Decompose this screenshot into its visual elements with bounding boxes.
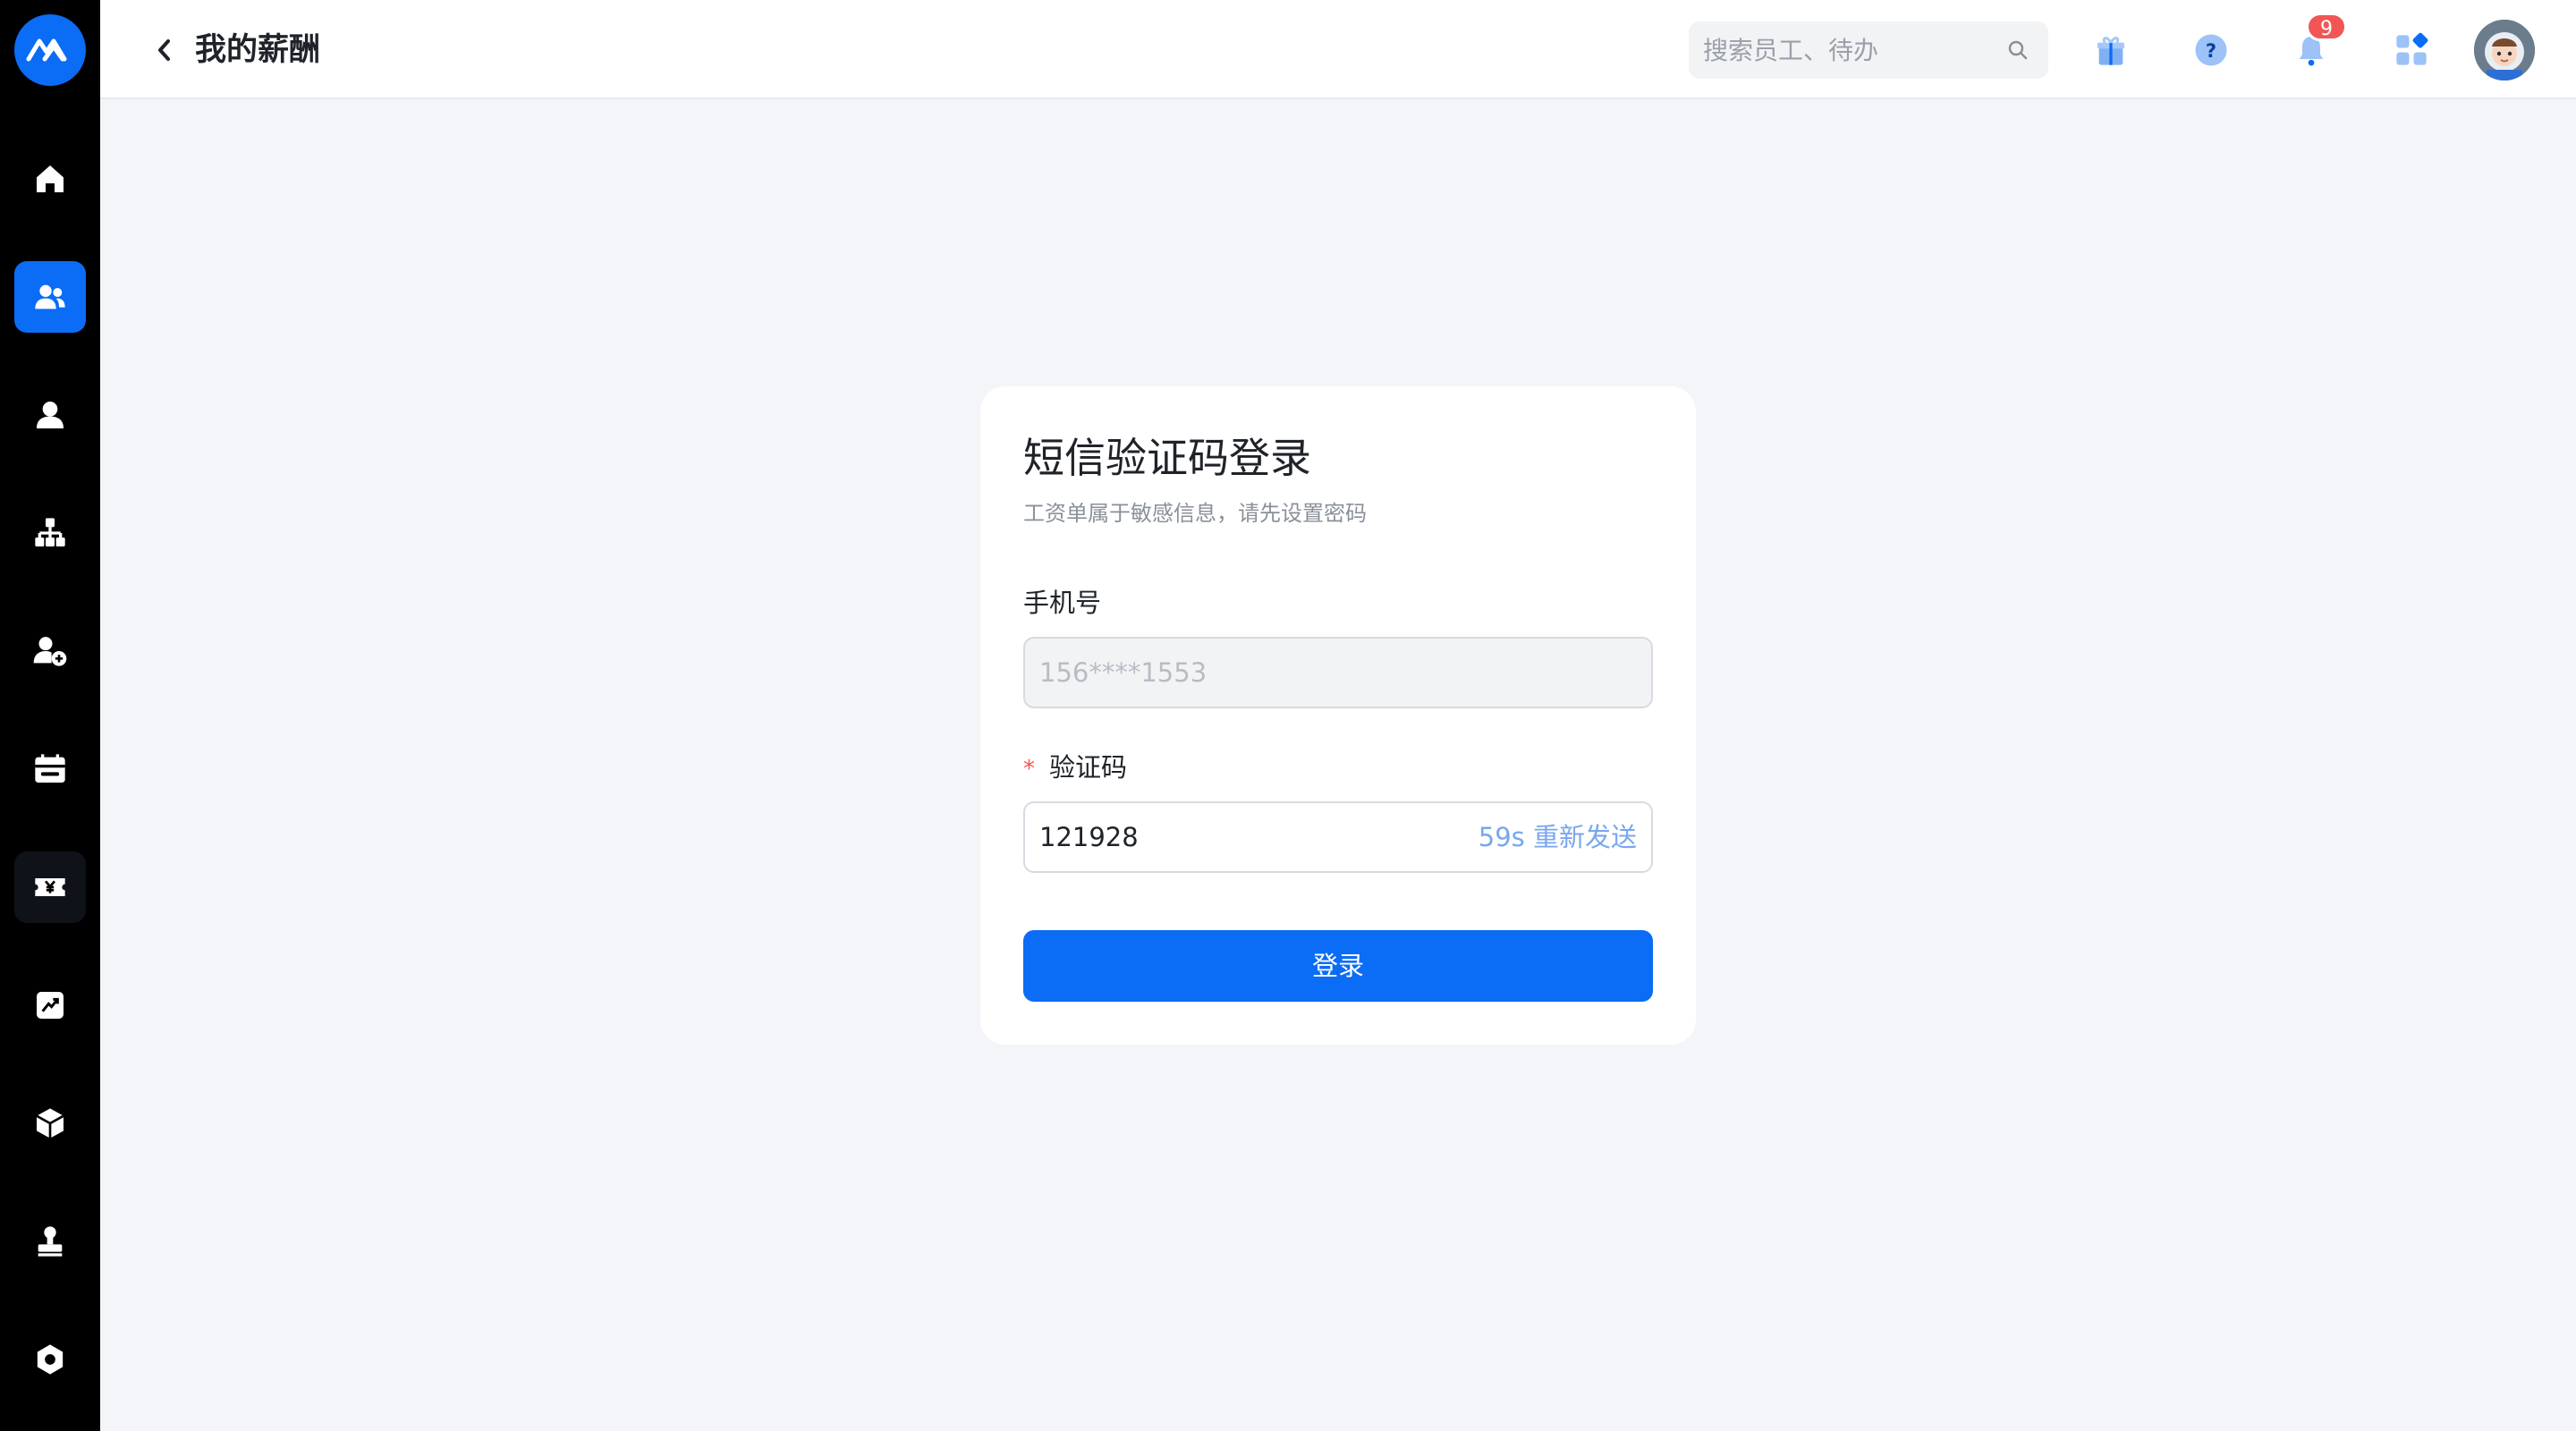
login-button[interactable]: 登录 — [1023, 930, 1653, 1002]
org-chart-icon — [35, 518, 65, 546]
svg-text:?: ? — [2206, 40, 2216, 62]
sidebar — [0, 0, 100, 1431]
person-icon — [37, 402, 64, 428]
sidebar-item-salary[interactable] — [14, 851, 86, 923]
required-mark: * — [1023, 756, 1035, 783]
chevron-left-icon — [158, 39, 170, 61]
sidebar-item-person[interactable] — [14, 379, 86, 451]
back-button[interactable] — [145, 30, 184, 70]
sms-login-card: 短信验证码登录 工资单属于敏感信息，请先设置密码 手机号 156****1553… — [980, 386, 1696, 1045]
phone-field: 156****1553 — [1023, 637, 1653, 708]
stamp-icon — [38, 1226, 63, 1257]
home-icon — [37, 165, 64, 192]
calendar-icon — [35, 754, 65, 783]
users-icon — [35, 284, 65, 309]
sidebar-item-box[interactable] — [14, 1088, 86, 1159]
card-title: 短信验证码登录 — [1023, 434, 1311, 482]
sidebar-item-org[interactable] — [14, 497, 86, 569]
code-value[interactable]: 121928 — [1039, 803, 1139, 871]
resend-code-button[interactable]: 59s 重新发送 — [1479, 803, 1637, 871]
box-icon — [36, 1108, 64, 1139]
apps-grid-icon — [2396, 32, 2428, 65]
phone-value: 156****1553 — [1039, 657, 1208, 688]
sidebar-item-report[interactable] — [14, 970, 86, 1041]
person-add-icon — [33, 637, 67, 666]
search-icon[interactable] — [2007, 39, 2029, 61]
code-label-row: * 验证码 — [1023, 749, 1127, 787]
search-box[interactable] — [1689, 21, 2048, 79]
gift-button[interactable] — [2082, 21, 2140, 79]
code-label: 验证码 — [1049, 752, 1128, 783]
salary-yen-icon — [35, 878, 65, 896]
sidebar-item-person-add[interactable] — [14, 615, 86, 687]
help-button[interactable]: ? — [2182, 21, 2240, 79]
sidebar-item-home[interactable] — [14, 143, 86, 215]
help-icon: ? — [2195, 34, 2227, 66]
sidebar-item-stamp[interactable] — [14, 1206, 86, 1277]
phone-label: 手机号 — [1023, 588, 1102, 618]
page-title: 我的薪酬 — [195, 32, 321, 68]
user-avatar[interactable] — [2474, 20, 2535, 80]
search-input[interactable] — [1703, 21, 1998, 79]
sidebar-item-settings[interactable] — [14, 1324, 86, 1395]
brand-logo-icon[interactable] — [14, 14, 86, 86]
gift-icon — [2097, 37, 2124, 65]
sidebar-item-users[interactable] — [14, 261, 86, 333]
settings-icon — [37, 1344, 64, 1375]
apps-button[interactable] — [2383, 21, 2440, 79]
card-subtitle: 工资单属于敏感信息，请先设置密码 — [1023, 501, 1367, 526]
verification-code-input[interactable]: 121928 59s 重新发送 — [1023, 801, 1653, 873]
sidebar-item-calendar[interactable] — [14, 733, 86, 805]
chart-report-icon — [37, 992, 64, 1019]
avatar-icon — [2474, 20, 2535, 80]
notification-badge: 9 — [2306, 13, 2347, 41]
